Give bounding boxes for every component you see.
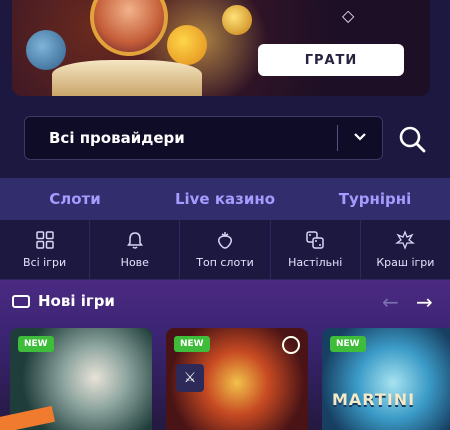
category-new[interactable]: Нове <box>90 220 181 279</box>
category-label: Всі ігри <box>23 256 67 269</box>
banner-lemon-image <box>167 25 207 65</box>
chevron-down-icon[interactable] <box>338 130 382 146</box>
game-type-tabs: Слоти Live казино Турнірні <box>0 178 450 220</box>
crossed-swords-icon: ⚔ <box>176 364 204 392</box>
new-badge: NEW <box>174 336 210 352</box>
dice-icon <box>306 231 324 249</box>
game-card[interactable]: NEW ⚔ <box>166 328 308 430</box>
tab-live-casino[interactable]: Live казино <box>150 190 300 208</box>
category-crash-games[interactable]: Краш ігри <box>361 220 450 279</box>
category-table-games[interactable]: Настільні <box>271 220 361 279</box>
banner-grapes-image <box>26 30 66 70</box>
category-label: Настільні <box>288 256 343 269</box>
category-label: Краш ігри <box>376 256 435 269</box>
ring-icon <box>282 336 300 354</box>
category-label: Нове <box>120 256 149 269</box>
arrow-right-icon[interactable]: → <box>416 290 433 314</box>
category-top-slots[interactable]: Топ слоти <box>180 220 271 279</box>
game-card[interactable]: NEW MARTINI <box>322 328 450 430</box>
casino-page: ◇ ГРАТИ Всі провайдери Слоти Live казино… <box>0 0 450 430</box>
new-games-section: Нові ігри ← → NEW NEW ⚔ NEW MARTINI <box>0 280 450 430</box>
banner-pineapple-image <box>222 5 252 35</box>
banner-book-image <box>52 60 202 96</box>
new-badge: NEW <box>330 336 366 352</box>
grid-icon <box>35 231 54 249</box>
explosion-icon <box>395 230 416 250</box>
game-logo-text: MARTINI <box>332 390 416 409</box>
promo-banner[interactable]: ◇ ГРАТИ <box>12 0 430 96</box>
provider-select[interactable]: Всі провайдери <box>24 116 383 160</box>
tv-icon <box>12 294 30 308</box>
provider-select-value: Всі провайдери <box>49 129 185 147</box>
category-all-games[interactable]: Всі ігри <box>0 220 91 279</box>
tab-tournaments[interactable]: Турнірні <box>300 190 450 208</box>
tab-slots[interactable]: Слоти <box>0 190 150 208</box>
section-title: Нові ігри <box>38 292 115 310</box>
strawberry-icon <box>218 232 232 249</box>
arrow-left-icon[interactable]: ← <box>382 290 399 314</box>
play-button[interactable]: ГРАТИ <box>258 44 404 76</box>
category-label: Топ слоти <box>196 256 254 269</box>
search-icon[interactable] <box>397 124 427 154</box>
new-badge: NEW <box>18 336 54 352</box>
bell-icon <box>126 232 143 249</box>
diamond-icon: ◇ <box>342 6 355 25</box>
section-header: Нові ігри <box>12 292 115 310</box>
category-bar: Всі ігри Нове Топ слоти Настільні Краш і… <box>0 220 450 280</box>
